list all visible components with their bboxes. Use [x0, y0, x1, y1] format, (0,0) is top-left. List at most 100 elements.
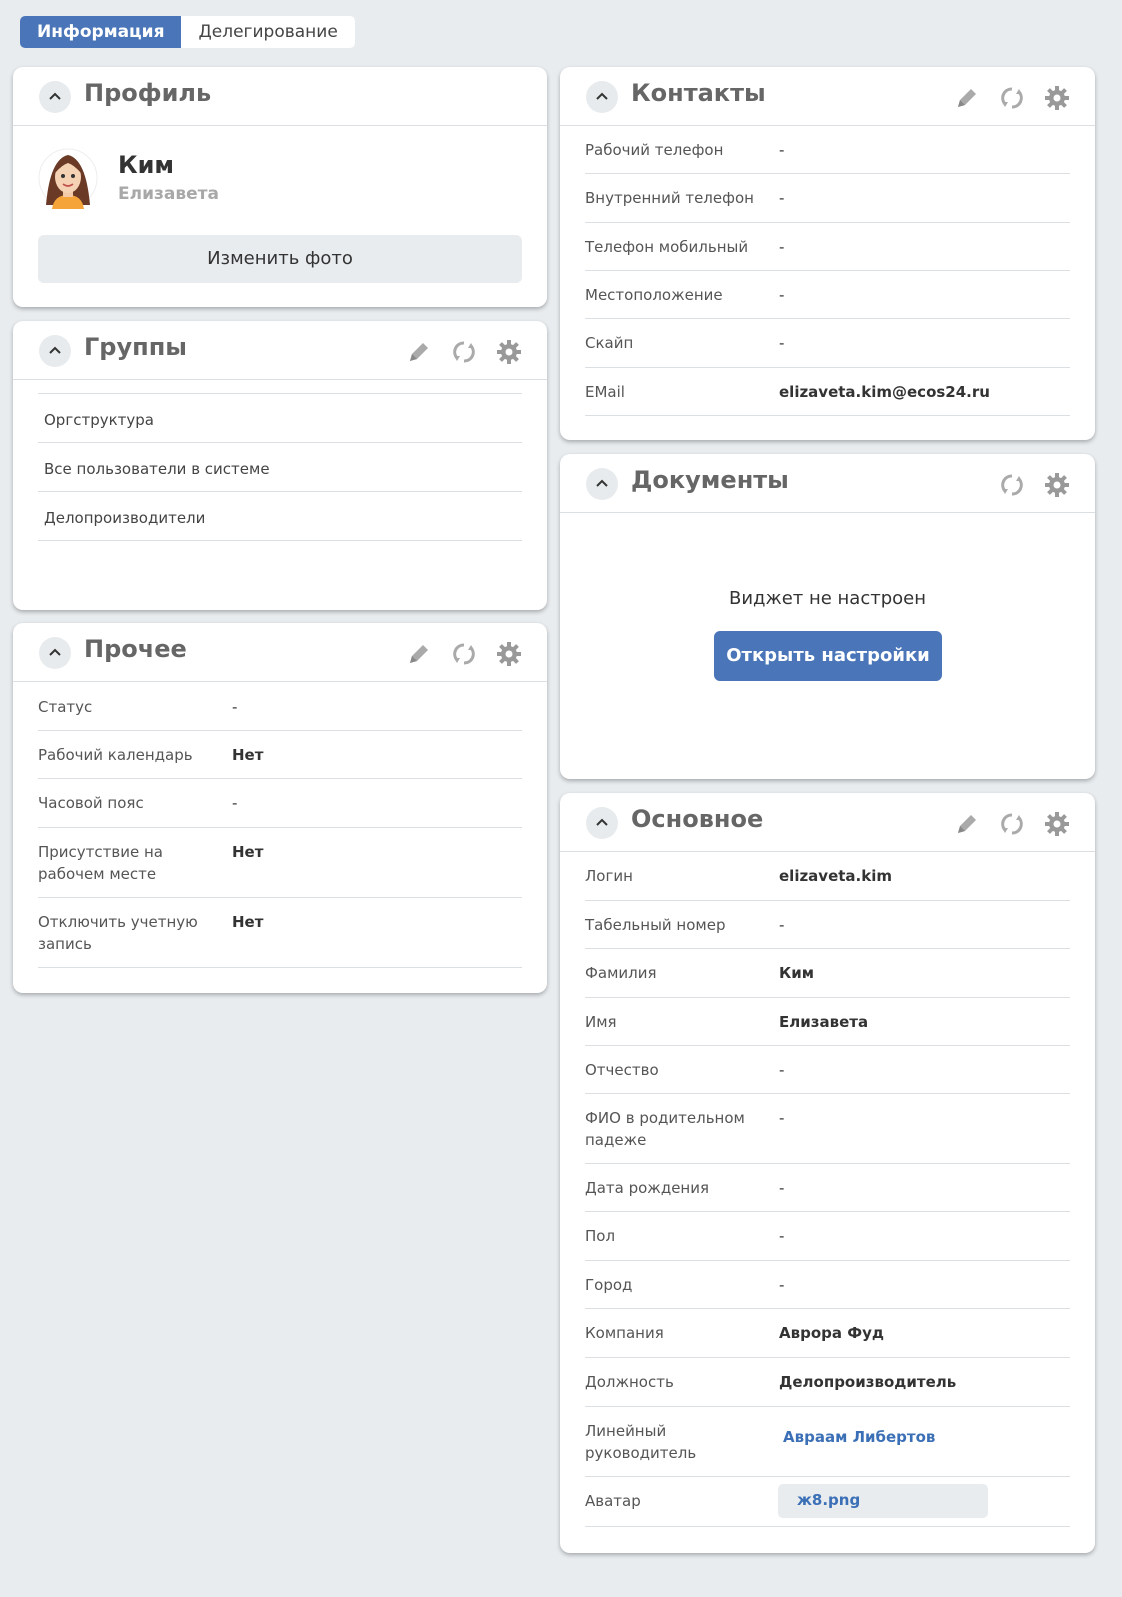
- table-row: Местоположение -: [585, 270, 1070, 319]
- field-value: -: [779, 1276, 785, 1294]
- groups-card: Группы Оргструктура Все пользователи в с…: [13, 321, 547, 610]
- gear-icon[interactable]: [1041, 82, 1073, 114]
- field-label: Скайп: [585, 334, 634, 352]
- chevron-up-icon[interactable]: [586, 807, 618, 839]
- profile-last-name: Ким: [118, 151, 175, 179]
- profile-card: Профиль Ким Елизавета Изменить фото: [13, 67, 547, 307]
- avatar: [38, 147, 98, 209]
- table-row: Линейный руководитель Авраам Либертов: [585, 1406, 1070, 1477]
- table-row: Скайп -: [585, 318, 1070, 368]
- field-label: Местоположение: [585, 286, 723, 304]
- field-label: Фамилия: [585, 964, 657, 982]
- reload-icon[interactable]: [448, 336, 480, 368]
- table-row: Рабочий календарь Нет: [38, 730, 522, 779]
- field-value: -: [779, 286, 785, 304]
- table-row: Статус -: [38, 682, 522, 731]
- gear-icon[interactable]: [1041, 808, 1073, 840]
- tab-delegation[interactable]: Делегирование: [181, 16, 354, 48]
- documents-card-header: Документы: [560, 454, 1095, 513]
- reload-icon[interactable]: [996, 82, 1028, 114]
- table-row: Внутренний телефон -: [585, 173, 1070, 223]
- field-value: elizaveta.kim: [779, 867, 892, 885]
- table-row: ФИО в родительном падеже -: [585, 1093, 1070, 1164]
- field-value: -: [779, 238, 785, 256]
- email-value: elizaveta.kim@ecos24.ru: [779, 383, 990, 401]
- chevron-up-icon[interactable]: [39, 637, 71, 669]
- pencil-icon[interactable]: [403, 638, 435, 670]
- field-label: Компания: [585, 1324, 664, 1342]
- contacts-card: Контакты Рабочий телефон - Внутренний те…: [560, 67, 1095, 440]
- field-value: Делопроизводитель: [779, 1373, 957, 1391]
- profile-card-header: Профиль: [13, 67, 547, 126]
- tab-bar: Информация Делегирование: [20, 16, 355, 48]
- card-title: Прочее: [84, 635, 187, 663]
- field-value: -: [779, 1061, 785, 1079]
- card-actions: [951, 808, 1073, 840]
- list-item[interactable]: Оргструктура: [38, 393, 522, 443]
- pencil-icon[interactable]: [403, 336, 435, 368]
- table-row: Рабочий телефон -: [585, 125, 1070, 174]
- field-value: -: [779, 1179, 785, 1197]
- documents-card: Документы Виджет не настроен Открыть нас…: [560, 454, 1095, 779]
- table-row: Фамилия Ким: [585, 948, 1070, 998]
- card-title: Документы: [631, 466, 789, 494]
- reload-icon[interactable]: [448, 638, 480, 670]
- field-value: -: [779, 334, 785, 352]
- table-row: Пол -: [585, 1211, 1070, 1261]
- card-title: Группы: [84, 333, 187, 361]
- change-photo-button[interactable]: Изменить фото: [38, 235, 522, 283]
- chevron-up-icon[interactable]: [39, 81, 71, 113]
- line-manager-link[interactable]: Авраам Либертов: [783, 1428, 935, 1446]
- contacts-card-header: Контакты: [560, 67, 1095, 126]
- groups-card-header: Группы: [13, 321, 547, 380]
- field-value: -: [779, 916, 785, 934]
- field-label: Аватар: [585, 1492, 641, 1510]
- chevron-up-icon[interactable]: [586, 81, 618, 113]
- field-label: Табельный номер: [585, 916, 726, 934]
- field-label: Телефон мобильный: [585, 238, 749, 256]
- tab-information[interactable]: Информация: [20, 16, 182, 48]
- field-value: Елизавета: [779, 1013, 869, 1031]
- table-row: Должность Делопроизводитель: [585, 1357, 1070, 1407]
- field-value: -: [232, 794, 238, 812]
- table-row: Город -: [585, 1260, 1070, 1309]
- card-title: Основное: [631, 805, 764, 833]
- table-row: Компания Аврора Фуд: [585, 1308, 1070, 1358]
- field-value: -: [779, 1109, 785, 1127]
- gear-icon[interactable]: [1041, 469, 1073, 501]
- pencil-icon[interactable]: [951, 808, 983, 840]
- avatar-file-link[interactable]: ж8.png: [797, 1491, 860, 1509]
- pencil-icon[interactable]: [951, 82, 983, 114]
- field-label: Должность: [585, 1373, 674, 1391]
- group-name: Оргструктура: [44, 411, 154, 429]
- chevron-up-icon[interactable]: [39, 335, 71, 367]
- table-row: Часовой пояс -: [38, 778, 522, 828]
- list-item[interactable]: Делопроизводители: [38, 491, 522, 541]
- reload-icon[interactable]: [996, 808, 1028, 840]
- field-label: Часовой пояс: [38, 794, 144, 812]
- field-value: Нет: [232, 843, 264, 861]
- field-label: Отключить учетную запись: [38, 913, 198, 953]
- table-row: Телефон мобильный -: [585, 222, 1070, 271]
- open-settings-button[interactable]: Открыть настройки: [714, 631, 942, 681]
- field-value: Ким: [779, 964, 815, 982]
- list-item[interactable]: Все пользователи в системе: [38, 442, 522, 492]
- field-label: EMail: [585, 383, 625, 401]
- card-actions: [996, 469, 1073, 501]
- field-value: Нет: [232, 913, 264, 931]
- table-row: Табельный номер -: [585, 900, 1070, 949]
- field-label: Дата рождения: [585, 1179, 709, 1197]
- field-label: Логин: [585, 867, 633, 885]
- chevron-up-icon[interactable]: [586, 468, 618, 500]
- field-value: -: [779, 141, 785, 159]
- reload-icon[interactable]: [996, 469, 1028, 501]
- gear-icon[interactable]: [493, 638, 525, 670]
- field-label: Статус: [38, 698, 93, 716]
- gear-icon[interactable]: [493, 336, 525, 368]
- file-chip: ж8.png: [778, 1484, 988, 1518]
- field-value: -: [779, 189, 785, 207]
- card-actions: [951, 82, 1073, 114]
- field-value: -: [779, 1227, 785, 1245]
- profile-first-name: Елизавета: [118, 184, 219, 204]
- field-label: ФИО в родительном падеже: [585, 1109, 745, 1149]
